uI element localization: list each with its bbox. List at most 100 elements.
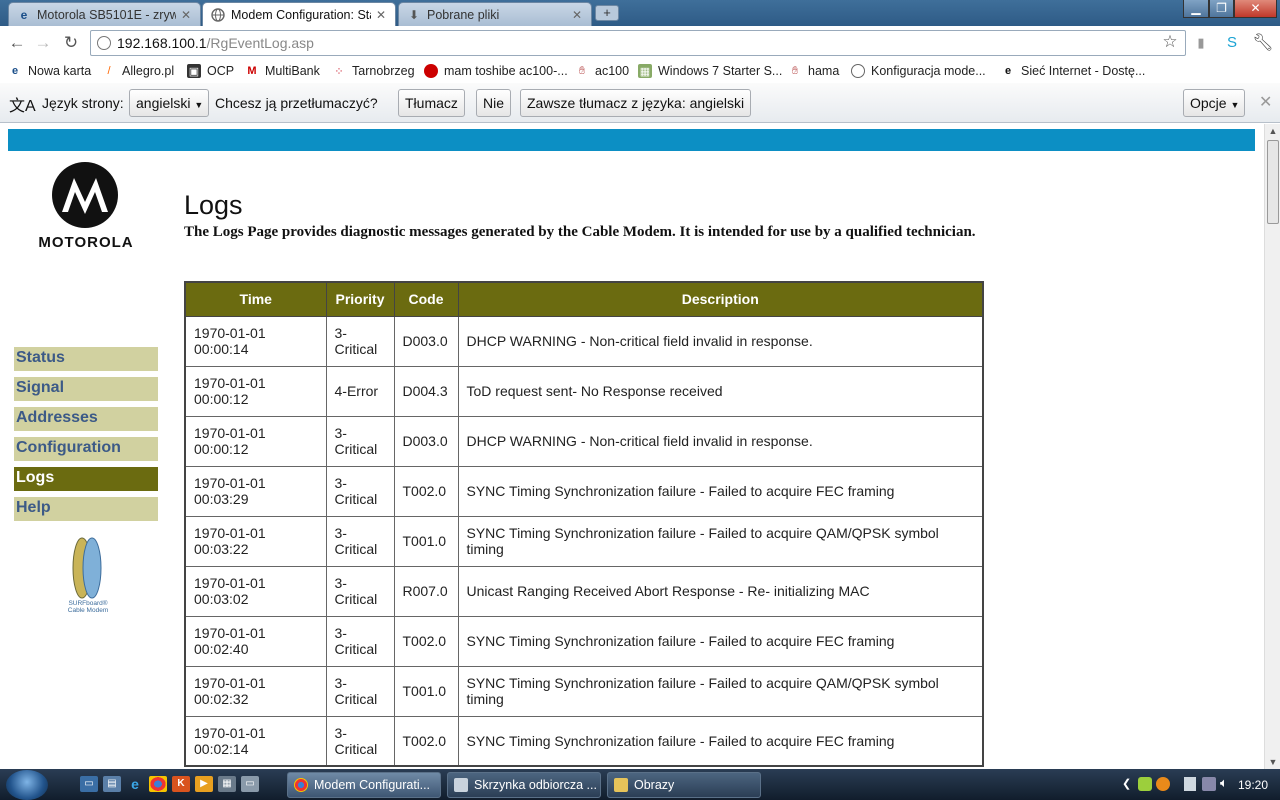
new-tab-button[interactable]: + [595,5,619,21]
tab-downloads[interactable]: ⬇ Pobrane pliki ✕ [398,2,592,26]
nav-addresses[interactable]: Addresses [14,407,158,431]
bookmark-item[interactable]: Konfiguracja mode... [851,62,986,80]
bookmark-item[interactable]: ⁘ Tarnobrzeg [332,62,414,80]
log-date: 1970-01-01 [194,525,266,541]
cell-description: Unicast Ranging Received Abort Response … [457,565,984,617]
forward-arrow-icon[interactable]: → [32,32,54,54]
globe-favicon-icon [851,64,865,78]
tray-app-icon[interactable] [1156,777,1170,791]
tab-modem-configuration[interactable]: Modem Configuration: Stat ✕ [202,2,396,26]
vertical-scrollbar[interactable]: ▲ ▼ [1264,124,1280,769]
bookmark-star-icon[interactable]: ☆ [1159,31,1181,53]
nav-help[interactable]: Help [14,497,158,521]
cell-description: SYNC Timing Synchronization failure - Fa… [457,665,984,717]
windows-forum-icon: ▦ [638,64,652,78]
tray-expand-icon[interactable]: ❮ [1122,777,1131,790]
bookmark-item[interactable]: ▣ OCP [187,62,234,80]
bookmark-item[interactable]: e Nowa karta [8,62,91,80]
close-tab-icon[interactable]: ✕ [375,8,387,22]
scroll-down-arrow-icon[interactable]: ▼ [1265,755,1280,769]
scrollbar-thumb[interactable] [1267,140,1279,224]
motorola-logo[interactable]: MOTOROLA [18,160,154,254]
volume-icon[interactable]: 🔈︎ [1220,775,1228,791]
cell-code: D004.3 [393,365,459,417]
options-button[interactable]: Opcje ▼ [1183,89,1245,117]
cell-time: 1970-01-01 00:00:12 [184,415,327,467]
close-infobar-icon[interactable]: ✕ [1259,92,1272,112]
signal-bars-icon[interactable]: ▮ [1190,32,1212,54]
maximize-window-button[interactable]: ❐ [1209,0,1234,18]
ie-favicon-icon: e [1004,65,1012,77]
always-translate-button[interactable]: Zawsze tłumacz z języka: angielski [520,89,752,117]
cell-priority: 3-Critical [325,565,395,617]
cell-code: T001.0 [393,665,459,717]
cell-description: DHCP WARNING - Non-critical field invali… [457,315,984,367]
globe-favicon-icon [211,7,225,22]
calculator-icon[interactable]: ▦ [218,776,236,792]
skype-icon[interactable]: S [1221,32,1243,54]
bookmark-item[interactable]: / Allegro.pl [102,62,174,80]
bookmark-item[interactable]: M MultiBank [245,62,319,80]
translate-button[interactable]: Tłumacz [398,89,465,117]
cell-description: SYNC Timing Synchronization failure - Fa… [457,515,984,567]
language-select[interactable]: angielski ▼ [129,89,209,117]
minimize-window-button[interactable]: ▁ [1183,0,1209,18]
chrome-icon[interactable] [149,776,167,792]
bookmark-item[interactable]: ▦ Windows 7 Starter S... [638,62,782,80]
nav-status[interactable]: Status [14,347,158,371]
taskbar-item-mail[interactable]: Skrzynka odbiorcza ... [447,772,601,798]
bookmark-item[interactable]: ✋︎ ac100 [575,62,629,80]
tray-app-icon[interactable] [1138,777,1152,791]
nav-signal[interactable]: Signal [14,377,158,401]
hand-icon: ✋︎ [791,64,799,77]
bookmark-item[interactable]: e Sieć Internet - Dostę... [1001,62,1145,80]
table-row: 1970-01-01 00:02:14 3-Critical T002.0 SYNC T… [184,715,984,767]
cell-time: 1970-01-01 00:03:22 [184,515,327,567]
cell-priority: 3-Critical [325,615,395,667]
log-time: 00:03:29 [194,491,249,507]
wrench-icon[interactable]: 🔧︎ [1252,32,1274,54]
no-translate-button[interactable]: Nie [476,89,512,117]
reload-icon[interactable]: ↻ [60,32,82,54]
address-bar[interactable]: 192.168.100.1/RgEventLog.asp [90,30,1186,56]
scroll-up-arrow-icon[interactable]: ▲ [1265,124,1280,138]
chevron-down-icon: ▼ [1230,100,1240,110]
show-desktop-icon[interactable]: ▭ [80,776,98,792]
cell-time: 1970-01-01 00:02:32 [184,665,327,717]
bookmark-item[interactable]: mam toshibe ac100-... [424,62,568,80]
close-window-button[interactable]: ✕ [1234,0,1277,18]
url-path: /RgEventLog.asp [206,35,314,51]
nav-configuration[interactable]: Configuration [14,437,158,461]
media-player-icon[interactable]: ▶ [195,776,213,792]
cell-priority: 3-Critical [325,715,395,767]
taskbar-item-chrome[interactable]: Modem Configurati... [287,772,441,798]
page-info-icon[interactable] [97,36,111,50]
event-log-table: Time Priority Code Description 1970-01-0… [184,281,984,767]
log-time: 00:02:40 [194,641,249,657]
network-icon[interactable] [1202,777,1216,791]
kmplayer-icon[interactable]: K [172,776,190,792]
start-button[interactable] [6,770,48,800]
browser-toolbar: ← → ↻ 192.168.100.1/RgEventLog.asp ☆ ▮ S… [0,26,1280,60]
table-row: 1970-01-01 00:02:32 3-Critical T001.0 SYNC T… [184,665,984,717]
nav-logs[interactable]: Logs [14,467,158,491]
cell-code: R007.0 [393,565,459,617]
cell-priority: 4-Error [325,365,395,417]
close-tab-icon[interactable]: ✕ [571,8,583,22]
tab-motorola-forum[interactable]: e Motorola SB5101E - zrywa p ✕ [8,2,201,26]
tray-app-icon[interactable] [1184,777,1196,791]
cell-description: SYNC Timing Synchronization failure - Fa… [457,465,984,517]
screen-icon[interactable]: ▭ [241,776,259,792]
cell-code: T002.0 [393,615,459,667]
bookmark-item[interactable]: ✋︎ hama [788,62,839,80]
taskbar-item-images[interactable]: Obrazy [607,772,761,798]
back-arrow-icon[interactable]: ← [6,32,28,54]
browser-tab-strip: e Motorola SB5101E - zrywa p ✕ Modem Con… [0,0,1280,26]
explorer-icon[interactable]: ▤ [103,776,121,792]
close-tab-icon[interactable]: ✕ [180,8,192,22]
chevron-down-icon: ▼ [194,100,204,110]
cell-description: ToD request sent- No Response received [457,365,984,417]
ie-icon[interactable]: e [126,776,144,792]
cell-priority: 3-Critical [325,665,395,717]
taskbar-clock[interactable]: 19:20 [1238,778,1268,792]
